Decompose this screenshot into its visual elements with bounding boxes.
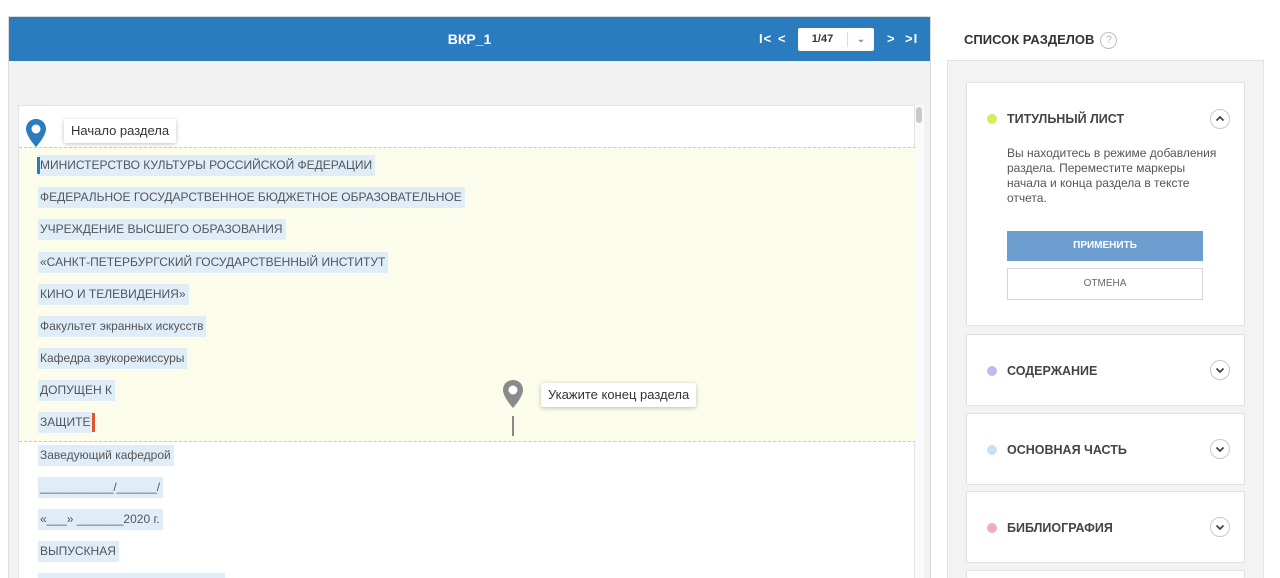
first-page-button[interactable]: I< — [759, 30, 772, 48]
app-root: ВКР_1 I< < 1/47 ⌄ > >I МИНИСТЕРСТВО КУЛЬ… — [0, 0, 1280, 578]
document-line[interactable] — [38, 573, 225, 578]
section-header-bibliography[interactable]: БИБЛИОГРАФИЯ — [987, 492, 1113, 564]
viewer-header: ВКР_1 I< < 1/47 ⌄ > >I — [9, 17, 930, 61]
document-line[interactable]: КИНО И ТЕЛЕВИДЕНИЯ» — [38, 284, 189, 305]
section-mode-info: Вы находитесь в режиме добавления раздел… — [1007, 146, 1217, 205]
document-line[interactable]: Кафедра звукорежиссуры — [38, 348, 188, 369]
page-indicator: 1/47 — [798, 32, 848, 47]
chevron-up-icon[interactable] — [1210, 109, 1230, 129]
document-line[interactable]: МИНИСТЕРСТВО КУЛЬТУРЫ РОССИЙСКОЙ ФЕДЕРАЦ… — [38, 155, 376, 176]
document-viewer: ВКР_1 I< < 1/47 ⌄ > >I МИНИСТЕРСТВО КУЛЬ… — [8, 16, 931, 578]
help-icon[interactable]: ? — [1100, 31, 1118, 49]
section-start-cursor — [37, 157, 40, 174]
section-end-marker-stem — [512, 416, 514, 436]
section-card-bibliography[interactable]: БИБЛИОГРАФИЯ — [966, 491, 1245, 563]
section-color-dot — [987, 445, 997, 455]
chevron-down-icon[interactable]: ⌄ — [848, 34, 874, 45]
section-end-label: Укажите конец раздела — [541, 383, 697, 407]
section-name: ТИТУЛЬНЫЙ ЛИСТ — [1007, 112, 1125, 126]
chevron-down-icon[interactable] — [1210, 360, 1230, 380]
cancel-button[interactable]: ОТМЕНА — [1007, 268, 1203, 300]
section-card-contents[interactable]: СОДЕРЖАНИЕ — [966, 334, 1245, 406]
document-line[interactable]: ___________/______/ — [38, 477, 164, 498]
chevron-down-icon[interactable] — [1210, 517, 1230, 537]
section-header-title-page[interactable]: ТИТУЛЬНЫЙ ЛИСТ — [987, 83, 1124, 155]
document-line[interactable]: Заведующий кафедрой — [38, 445, 174, 466]
document-line[interactable]: «___» _______2020 г. — [38, 509, 163, 530]
section-color-dot — [987, 523, 997, 533]
document-scrollbar[interactable] — [915, 105, 924, 578]
page-selector[interactable]: 1/47 ⌄ — [798, 28, 874, 51]
document-line[interactable]: ВЫПУСКНАЯ — [38, 541, 119, 562]
section-name: БИБЛИОГРАФИЯ — [1007, 521, 1113, 535]
section-start-marker-icon[interactable] — [25, 118, 47, 148]
section-name: ОСНОВНАЯ ЧАСТЬ — [1007, 443, 1127, 457]
prev-page-button[interactable]: < — [778, 30, 787, 48]
section-start-label: Начало раздела — [64, 119, 177, 143]
section-name: СОДЕРЖАНИЕ — [1007, 364, 1098, 378]
section-card-title-page: ТИТУЛЬНЫЙ ЛИСТ Вы находитесь в режиме до… — [966, 82, 1245, 326]
section-color-dot — [987, 114, 997, 124]
section-list-title: СПИСОК РАЗДЕЛОВ ? — [964, 31, 1118, 49]
section-card-next[interactable] — [966, 570, 1245, 578]
last-page-button[interactable]: >I — [905, 30, 918, 48]
document-scrollbar-thumb[interactable] — [916, 107, 922, 123]
section-header-main-part[interactable]: ОСНОВНАЯ ЧАСТЬ — [987, 414, 1127, 486]
section-end-marker-icon[interactable] — [502, 379, 524, 409]
document-line[interactable]: ДОПУЩЕН К — [38, 380, 115, 401]
section-end-cursor — [92, 413, 95, 432]
section-card-main-part[interactable]: ОСНОВНАЯ ЧАСТЬ — [966, 413, 1245, 485]
document-line[interactable]: УЧРЕЖДЕНИЕ ВЫСШЕГО ОБРАЗОВАНИЯ — [38, 219, 286, 240]
document-line[interactable]: Факультет экранных искусств — [38, 316, 207, 337]
document-line[interactable]: «САНКТ-ПЕТЕРБУРГСКИЙ ГОСУДАРСТВЕННЫЙ ИНС… — [38, 252, 389, 273]
document-page: МИНИСТЕРСТВО КУЛЬТУРЫ РОССИЙСКОЙ ФЕДЕРАЦ… — [18, 105, 916, 578]
document-line[interactable]: ФЕДЕРАЛЬНОЕ ГОСУДАРСТВЕННОЕ БЮДЖЕТНОЕ ОБ… — [38, 187, 465, 208]
apply-button[interactable]: ПРИМЕНИТЬ — [1007, 231, 1203, 261]
section-header-contents[interactable]: СОДЕРЖАНИЕ — [987, 335, 1097, 407]
document-title: ВКР_1 — [447, 31, 492, 47]
section-color-dot — [987, 366, 997, 376]
next-page-button[interactable]: > — [887, 30, 896, 48]
document-line[interactable]: ЗАЩИТЕ — [38, 412, 94, 433]
section-list-title-text: СПИСОК РАЗДЕЛОВ — [964, 32, 1095, 47]
chevron-down-icon[interactable] — [1210, 439, 1230, 459]
